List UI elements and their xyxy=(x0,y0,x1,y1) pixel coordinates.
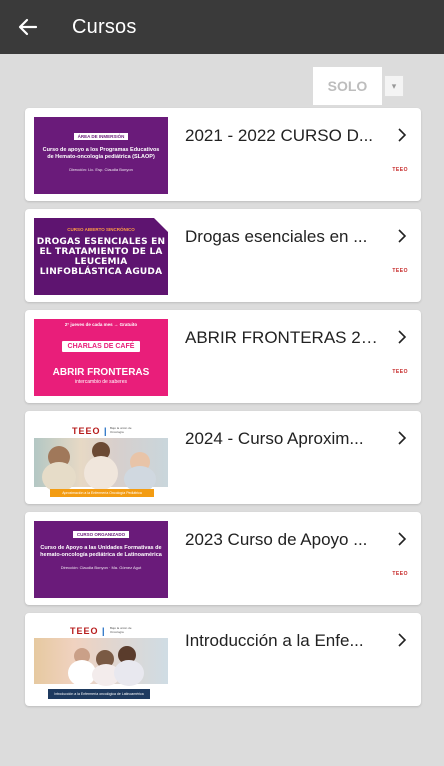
chevron-right-icon xyxy=(398,330,407,344)
thumbnail-heading: Curso de apoyo a los Programas Educativo… xyxy=(42,147,160,160)
filter-label[interactable]: SOLO xyxy=(313,67,382,105)
teeo-logo: TEEO xyxy=(392,369,408,375)
course-card[interactable]: TEEO | Bajo la unión de Oncología Introd… xyxy=(25,613,421,706)
chevron-right-icon xyxy=(398,431,407,445)
app-bar: Cursos xyxy=(0,0,444,54)
teeo-logo: TEEO xyxy=(392,268,408,274)
chevron-right-icon xyxy=(398,633,407,647)
logo-separator: | xyxy=(104,426,108,436)
course-title: Drogas esenciales en ... xyxy=(185,227,368,246)
course-list: ÁREA DE INMERSIÓN Curso de apoyo a los P… xyxy=(25,108,421,714)
logo-text: TEEO xyxy=(70,626,99,636)
course-card[interactable]: ÁREA DE INMERSIÓN Curso de apoyo a los P… xyxy=(25,108,421,201)
course-title: 2023 Curso de Apoyo ... xyxy=(185,530,368,549)
course-card[interactable]: TEEO | Bajo la unión de Oncología Aproxi… xyxy=(25,411,421,504)
thumbnail-tag: CURSO ORGANIZADO xyxy=(72,531,130,538)
course-thumbnail: CURSO ABIERTO SINCRÓNICO DROGAS ESENCIAL… xyxy=(34,218,168,295)
page-title: Cursos xyxy=(72,15,137,38)
course-thumbnail: 2° jueves de cada mes → Gratuito CHARLAS… xyxy=(34,319,168,396)
chevron-right-icon xyxy=(398,128,407,142)
thumbnail-logo: TEEO | xyxy=(72,426,108,436)
course-title: Introducción a la Enfe... xyxy=(185,631,364,650)
thumbnail-logo: TEEO | xyxy=(70,626,106,636)
thumbnail-note: Dirección: Claudia Bonyon · Ma. Gómez Ag… xyxy=(60,565,142,570)
course-card[interactable]: CURSO ABIERTO SINCRÓNICO DROGAS ESENCIAL… xyxy=(25,209,421,302)
thumbnail-heading: Curso de Apoyo a las Unidades Formativas… xyxy=(40,545,162,558)
logo-separator: | xyxy=(102,626,106,636)
course-thumbnail: TEEO | Bajo la unión de Oncología Aproxi… xyxy=(34,420,168,497)
logo-text: TEEO xyxy=(72,426,101,436)
thumbnail-tag: ÁREA DE INMERSIÓN xyxy=(73,133,129,140)
course-title: 2021 - 2022 CURSO D... xyxy=(185,126,374,145)
course-thumbnail: ÁREA DE INMERSIÓN Curso de apoyo a los P… xyxy=(34,117,168,194)
course-title: ABRIR FRONTERAS 20... xyxy=(185,328,381,347)
thumbnail-corner xyxy=(154,218,168,232)
nurses-photo xyxy=(34,638,168,686)
chevron-right-icon xyxy=(398,229,407,243)
teeo-logo: TEEO xyxy=(392,571,408,577)
filter-control: SOLO ▾ xyxy=(313,67,404,105)
thumbnail-tag: CURSO ABIERTO SINCRÓNICO xyxy=(67,227,135,232)
course-title: 2024 - Curso Aproxim... xyxy=(185,429,364,448)
chevron-right-icon xyxy=(398,532,407,546)
thumbnail-top-text: 2° jueves de cada mes → Gratuito xyxy=(64,322,138,327)
course-thumbnail: CURSO ORGANIZADO Curso de Apoyo a las Un… xyxy=(34,521,168,598)
thumbnail-heading: ABRIR FRONTERAS xyxy=(52,367,150,378)
thumbnail-heading: DROGAS ESENCIALES EN EL TRATAMIENTO DE L… xyxy=(36,237,166,277)
thumbnail-banner: Aproximación a la Enfermería Oncología P… xyxy=(50,489,154,497)
thumbnail-badge: CHARLAS DE CAFÉ xyxy=(61,341,141,352)
nurses-photo xyxy=(34,438,168,492)
filter-dropdown-toggle[interactable]: ▾ xyxy=(384,75,404,97)
thumbnail-note: Dirección: Lic. Esp. Claudia Bonyon xyxy=(69,167,133,172)
course-thumbnail: TEEO | Bajo la unión de Oncología Introd… xyxy=(34,622,168,699)
course-card[interactable]: 2° jueves de cada mes → Gratuito CHARLAS… xyxy=(25,310,421,403)
thumbnail-subtitle: Bajo la unión de Oncología xyxy=(110,626,132,634)
back-button[interactable] xyxy=(0,0,56,54)
thumbnail-subtitle: Bajo la unión de Oncología xyxy=(110,426,132,434)
course-card[interactable]: CURSO ORGANIZADO Curso de Apoyo a las Un… xyxy=(25,512,421,605)
thumbnail-banner: Introducción a la Enfermería oncológica … xyxy=(48,689,150,699)
thumbnail-note: intercambio de saberes xyxy=(75,379,127,385)
arrow-left-icon xyxy=(18,18,38,36)
teeo-logo: TEEO xyxy=(392,167,408,173)
